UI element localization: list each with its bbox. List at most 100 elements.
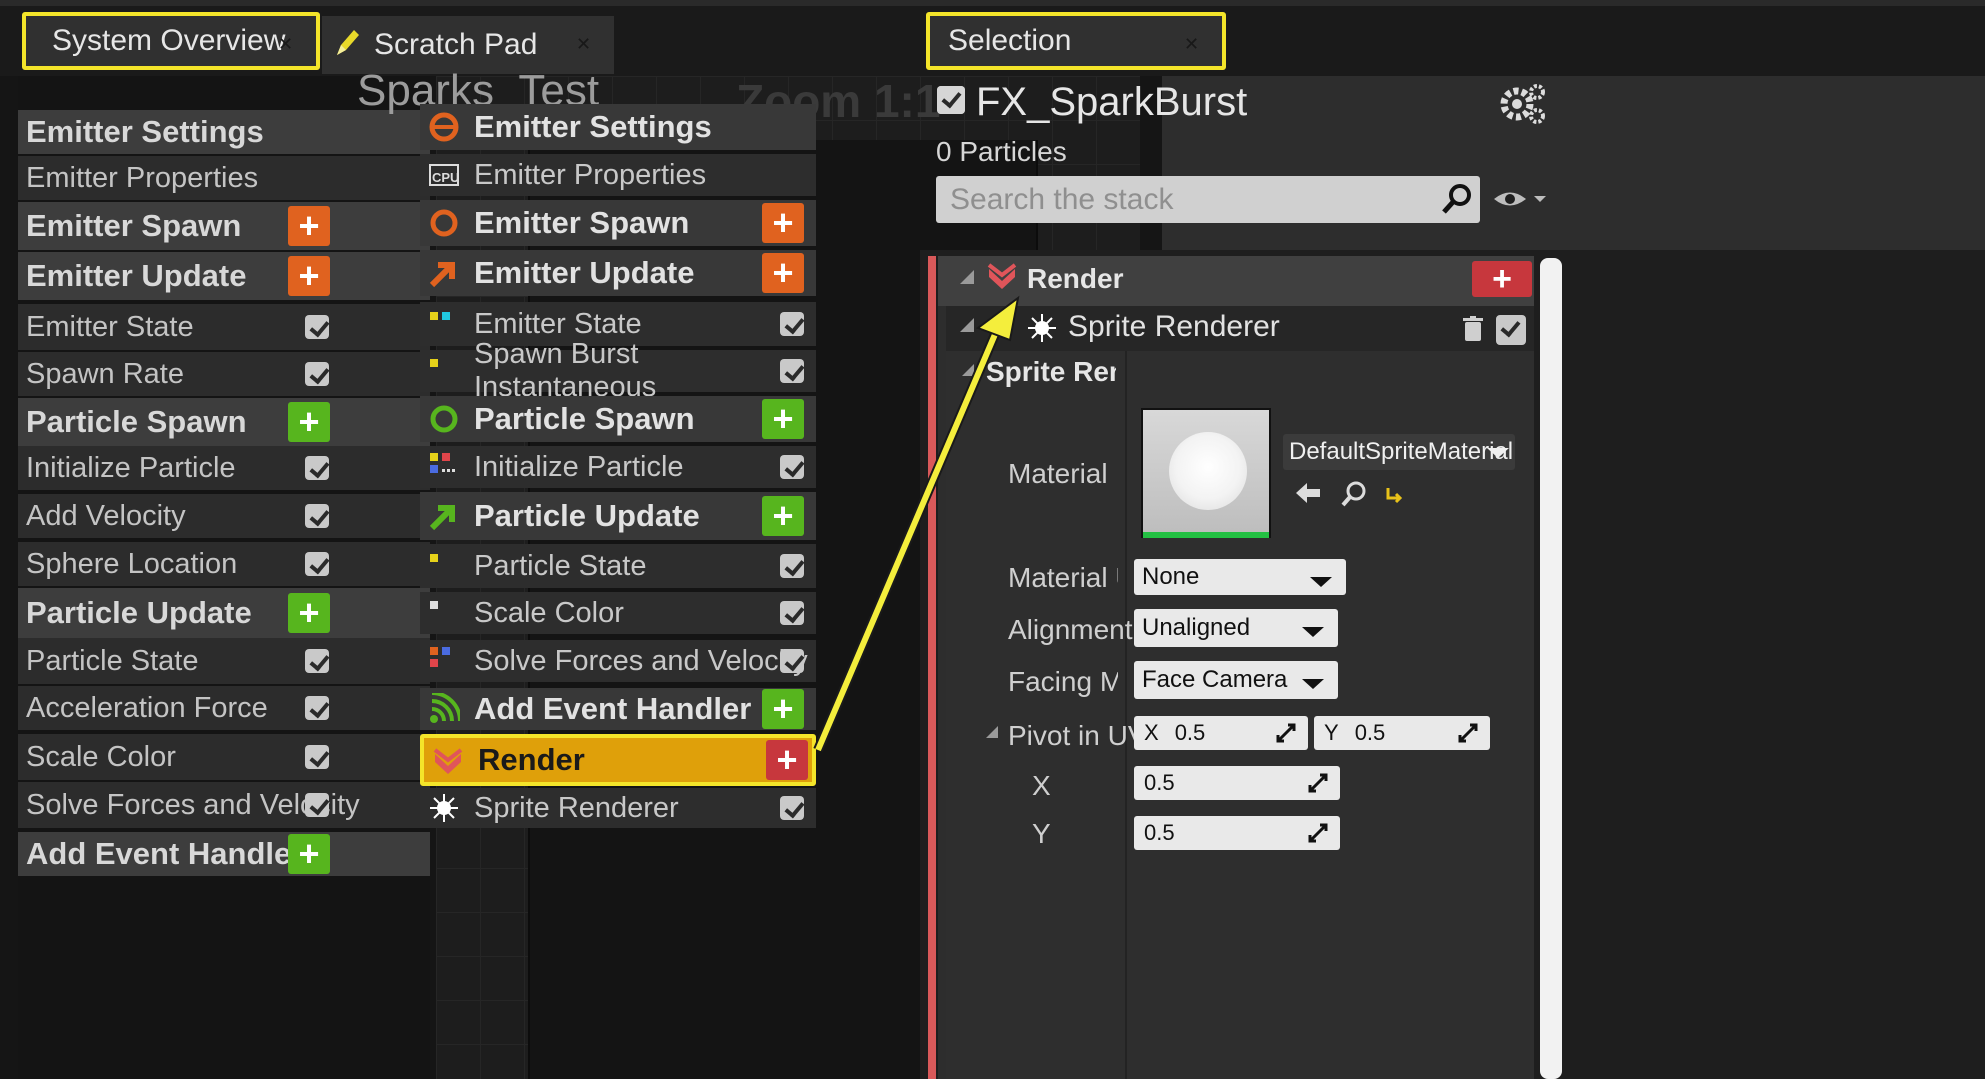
overview-row-label: Sphere Location: [26, 547, 238, 580]
close-icon[interactable]: ✕: [278, 35, 294, 53]
render-add-button[interactable]: +: [1472, 261, 1532, 297]
pivot-y-value: 0.5: [1354, 720, 1386, 745]
material-usage-dropdown[interactable]: None: [1134, 559, 1346, 595]
overview-row[interactable]: Initialize Particle: [18, 446, 430, 490]
render-stage-row[interactable]: Render +: [420, 734, 816, 786]
stack-scrollbar[interactable]: [1540, 258, 1562, 1079]
node-row[interactable]: Spawn Burst Instantaneous: [420, 338, 816, 403]
overview-row[interactable]: Add Velocity: [18, 494, 430, 538]
overview-row[interactable]: Emitter Properties: [18, 156, 430, 200]
overview-row[interactable]: Acceleration Force: [18, 686, 430, 730]
alignment-value: Unaligned: [1142, 614, 1251, 641]
module-enabled-checkbox[interactable]: [305, 745, 329, 769]
trash-icon[interactable]: [1462, 316, 1484, 342]
node-row[interactable]: Solve Forces and Velocity: [420, 640, 816, 682]
render-icon: [432, 748, 464, 788]
reset-icon[interactable]: [1384, 484, 1404, 504]
overview-row[interactable]: Sphere Location: [18, 542, 430, 586]
module-enabled-checkbox[interactable]: [305, 504, 329, 528]
gear-icon[interactable]: [1497, 82, 1547, 126]
add-module-button[interactable]: +: [288, 256, 330, 296]
sprite-renderer-enabled-checkbox[interactable]: [1496, 315, 1526, 345]
node-row[interactable]: Scale Color: [420, 592, 816, 634]
material-asset-picker[interactable]: DefaultSpriteMaterial: [1283, 434, 1515, 470]
overview-row[interactable]: Emitter Update +: [18, 252, 430, 300]
node-row[interactable]: Particle State: [420, 544, 816, 588]
eye-icon[interactable]: [1492, 186, 1548, 212]
overview-row[interactable]: Spawn Rate: [18, 352, 430, 396]
overview-row[interactable]: Particle Update +: [18, 588, 430, 638]
overview-row[interactable]: Particle Spawn +: [18, 398, 430, 446]
node-row[interactable]: Sprite Renderer: [420, 788, 816, 828]
tab-selection[interactable]: Selection ✕: [926, 12, 1226, 70]
node-row[interactable]: Emitter Update +: [420, 250, 816, 296]
close-icon[interactable]: ✕: [1184, 35, 1200, 53]
overview-row[interactable]: Emitter Spawn +: [18, 202, 430, 250]
pivot-y-field[interactable]: Y 0.5: [1314, 716, 1490, 750]
module-enabled-checkbox[interactable]: [305, 315, 329, 339]
overview-row[interactable]: Emitter Settings: [18, 110, 430, 154]
add-module-button[interactable]: +: [288, 402, 330, 442]
drag-handle-icon[interactable]: [1458, 723, 1478, 743]
node-row[interactable]: CPU Emitter Properties: [420, 154, 816, 196]
overview-row-label: Add Velocity: [26, 499, 186, 532]
column-divider: [1125, 351, 1127, 1079]
drag-handle-icon[interactable]: [1308, 823, 1328, 843]
drag-handle-icon[interactable]: [1276, 723, 1296, 743]
module-enabled-checkbox[interactable]: [305, 552, 329, 576]
module-enabled-checkbox[interactable]: [780, 796, 804, 820]
alignment-dropdown[interactable]: Unaligned: [1134, 609, 1338, 647]
x-field[interactable]: 0.5: [1134, 766, 1340, 800]
cpu-icon: CPU: [428, 159, 460, 199]
overview-row[interactable]: Scale Color: [18, 734, 430, 780]
event-handler-icon: [428, 691, 462, 733]
add-module-button[interactable]: +: [288, 834, 330, 874]
add-module-button[interactable]: +: [762, 496, 804, 536]
node-row[interactable]: Add Event Handler +: [420, 688, 816, 730]
browse-icon[interactable]: [1340, 480, 1368, 508]
module-enabled-checkbox[interactable]: [305, 456, 329, 480]
add-module-button[interactable]: +: [288, 593, 330, 633]
tab-label: Scratch Pad: [374, 28, 538, 61]
overview-row[interactable]: Emitter State: [18, 304, 430, 350]
material-value: DefaultSpriteMaterial: [1289, 438, 1514, 465]
emitter-enabled-checkbox[interactable]: [937, 86, 965, 114]
node-row[interactable]: Particle Spawn +: [420, 396, 816, 442]
svg-text:CPU: CPU: [432, 170, 459, 185]
pivot-x-field[interactable]: X 0.5: [1134, 716, 1308, 750]
drag-handle-icon[interactable]: [1308, 773, 1328, 793]
node-row-label: Emitter State: [474, 307, 642, 340]
node-row-label: Solve Forces and Velocity: [474, 644, 808, 677]
node-row-label: Emitter Update: [474, 255, 695, 290]
facing-mode-dropdown[interactable]: Face Camera: [1134, 661, 1338, 699]
tab-label: System Overview: [52, 24, 286, 57]
module-enabled-checkbox[interactable]: [305, 793, 329, 817]
emitter-update-icon: [428, 257, 460, 297]
add-module-button[interactable]: +: [288, 206, 330, 246]
overview-row[interactable]: Particle State: [18, 638, 430, 684]
add-module-button[interactable]: +: [762, 253, 804, 293]
spawn-burst-icon: [428, 355, 460, 395]
module-enabled-checkbox[interactable]: [305, 696, 329, 720]
material-thumbnail[interactable]: [1141, 408, 1271, 538]
tab-system-overview[interactable]: System Overview ✕: [22, 12, 320, 70]
node-row-label: Add Event Handler: [474, 691, 752, 726]
module-enabled-checkbox[interactable]: [305, 362, 329, 386]
add-module-button[interactable]: +: [762, 203, 804, 243]
add-module-button[interactable]: +: [762, 689, 804, 729]
overview-row[interactable]: Solve Forces and Velocity: [18, 782, 430, 828]
node-row[interactable]: Emitter Settings: [420, 104, 816, 150]
node-row[interactable]: Particle Update +: [420, 492, 816, 540]
stack-search-input[interactable]: Search the stack: [936, 176, 1480, 223]
add-module-button[interactable]: +: [762, 399, 804, 439]
node-row[interactable]: Initialize Particle: [420, 446, 816, 488]
y-field[interactable]: 0.5: [1134, 816, 1340, 850]
close-icon[interactable]: ✕: [576, 35, 592, 53]
module-enabled-checkbox[interactable]: [305, 649, 329, 673]
node-row-label: Spawn Burst Instantaneous: [474, 338, 657, 403]
render-section-label: Render: [1027, 263, 1124, 294]
particle-spawn-icon: [428, 403, 460, 443]
back-arrow-icon[interactable]: [1294, 481, 1322, 505]
node-row[interactable]: Emitter Spawn +: [420, 200, 816, 246]
overview-row[interactable]: Add Event Handler +: [18, 832, 430, 876]
